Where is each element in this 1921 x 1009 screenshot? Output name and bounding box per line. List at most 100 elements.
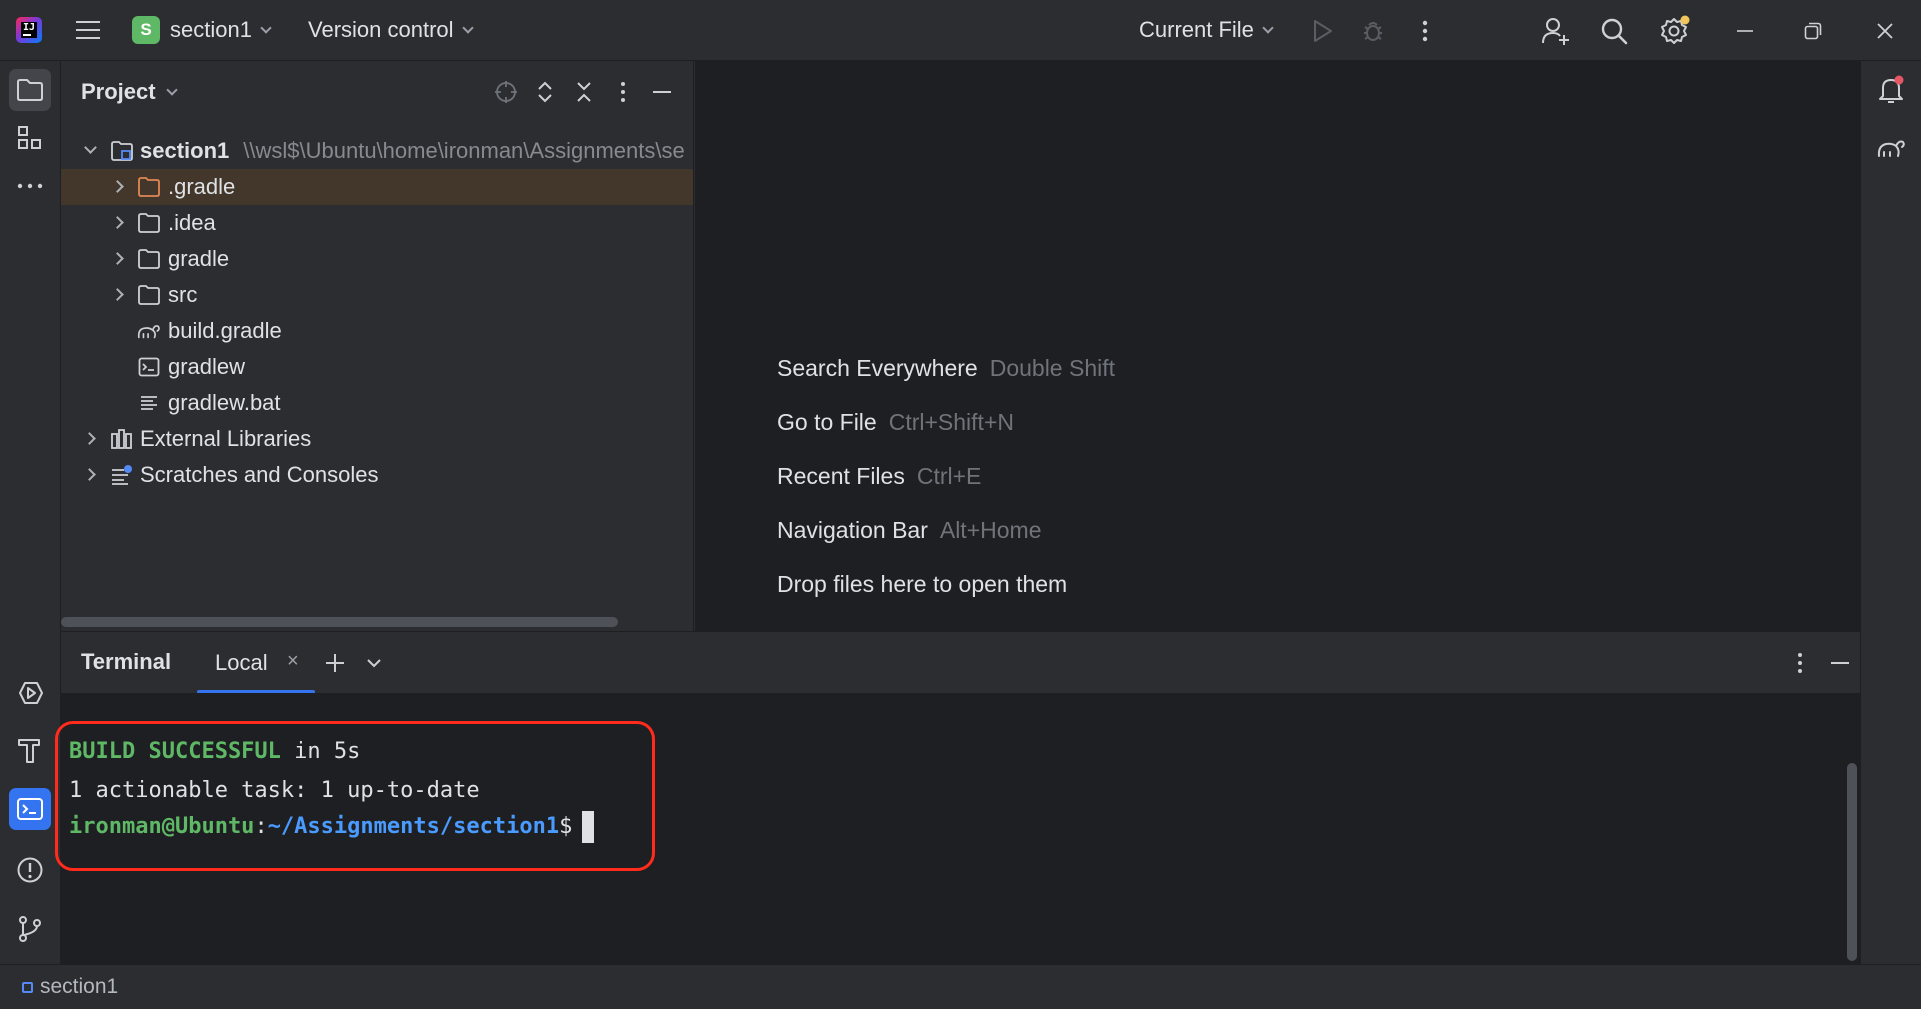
more-tools-icon[interactable] xyxy=(9,165,51,207)
terminal-prompt-line[interactable]: ironman@Ubuntu:~/Assignments/section1$ xyxy=(69,811,595,843)
tree-item-scratches[interactable]: Scratches and Consoles xyxy=(61,457,693,493)
hint-action: Drop files here to open them xyxy=(777,571,1068,597)
tree-item-label: gradle xyxy=(168,246,230,271)
project-badge[interactable]: S xyxy=(132,16,160,44)
chevron-down-icon[interactable] xyxy=(84,141,97,154)
settings-gear-icon[interactable] xyxy=(1657,12,1693,48)
tab-dropdown-chevron-icon[interactable] xyxy=(360,649,388,677)
hint-shortcut: Alt+Home xyxy=(939,517,1042,543)
build-time-text: in 5s xyxy=(280,739,361,764)
gradle-elephant-icon[interactable] xyxy=(1870,127,1912,169)
horizontal-scrollbar[interactable] xyxy=(61,617,618,627)
terminal-options-icon[interactable] xyxy=(1786,649,1814,677)
chevron-right-icon[interactable] xyxy=(111,180,124,193)
status-project-breadcrumb[interactable]: section1 xyxy=(40,975,118,999)
chevron-right-icon[interactable] xyxy=(111,216,124,229)
project-panel-header[interactable]: Project xyxy=(81,79,178,105)
right-tool-strip xyxy=(1860,61,1921,964)
vertical-scrollbar[interactable] xyxy=(1847,763,1857,961)
search-icon[interactable] xyxy=(1597,14,1631,48)
tree-item-label: gradlew.bat xyxy=(168,390,281,415)
editor-empty-area: Search Everywhere Double Shift Go to File… xyxy=(695,61,1860,631)
close-tab-icon[interactable]: × xyxy=(287,650,299,673)
tree-item-path: \\wsl$\Ubuntu\home\ironman\Assignments\s… xyxy=(243,138,685,163)
collapse-all-icon[interactable] xyxy=(570,78,598,106)
project-tool-icon[interactable] xyxy=(9,69,51,111)
hint-drop-files: Drop files here to open them xyxy=(777,571,1067,598)
libraries-icon xyxy=(110,428,134,450)
panel-options-icon[interactable] xyxy=(609,78,637,106)
more-options-icon[interactable] xyxy=(1410,16,1440,46)
intellij-logo-icon[interactable]: IJ xyxy=(16,17,42,43)
tree-item-gradle[interactable]: gradle xyxy=(61,241,693,277)
close-window-icon[interactable] xyxy=(1870,16,1900,46)
hide-terminal-icon[interactable] xyxy=(1826,649,1854,677)
run-config-label: Current File xyxy=(1139,17,1254,42)
chevron-right-icon[interactable] xyxy=(83,468,96,481)
terminal-output[interactable]: BUILD SUCCESSFUL in 5s 1 actionable task… xyxy=(55,693,1860,964)
chevron-right-icon[interactable] xyxy=(111,252,124,265)
project-panel-title: Project xyxy=(81,79,156,104)
vcs-label: Version control xyxy=(308,17,454,42)
run-icon[interactable] xyxy=(1308,16,1338,46)
tree-item-build-gradle[interactable]: build.gradle xyxy=(61,313,693,349)
chevron-down-icon xyxy=(461,21,474,34)
main-menu-icon[interactable] xyxy=(74,17,102,43)
tree-item-src[interactable]: src xyxy=(61,277,693,313)
tree-item-label: Scratches and Consoles xyxy=(140,462,379,487)
chevron-right-icon[interactable] xyxy=(111,288,124,301)
tree-item-gradlew-bat[interactable]: gradlew.bat xyxy=(61,385,693,421)
tree-item-external-libraries[interactable]: External Libraries xyxy=(61,421,693,457)
tree-item-label: .gradle xyxy=(168,174,236,199)
terminal-tool-icon[interactable] xyxy=(9,788,51,830)
folder-icon xyxy=(137,284,161,306)
hint-search-everywhere[interactable]: Search Everywhere Double Shift xyxy=(777,355,1115,382)
tree-item-section1[interactable]: section1 \\wsl$\Ubuntu\home\ironman\Assig… xyxy=(61,133,693,169)
new-tab-plus-icon[interactable] xyxy=(321,649,349,677)
hint-recent-files[interactable]: Recent Files Ctrl+E xyxy=(777,463,981,490)
tree-item-gradle-hidden[interactable]: .gradle xyxy=(61,169,693,205)
hide-panel-icon[interactable] xyxy=(648,78,676,106)
run-config-selector[interactable]: Current File xyxy=(1139,16,1274,44)
chevron-down-icon xyxy=(165,83,178,96)
folder-icon xyxy=(137,212,161,234)
folder-icon xyxy=(137,176,161,198)
tree-item-label: External Libraries xyxy=(140,426,312,451)
git-branch-icon[interactable] xyxy=(9,908,51,950)
terminal-line-tasks: 1 actionable task: 1 up-to-date xyxy=(69,778,480,803)
module-square-icon xyxy=(22,982,33,993)
hint-action: Go to File xyxy=(777,409,877,435)
structure-tool-icon[interactable] xyxy=(9,117,51,159)
module-folder-icon xyxy=(110,140,134,162)
services-tool-icon[interactable] xyxy=(9,672,51,714)
add-user-icon[interactable] xyxy=(1539,14,1573,48)
tree-item-label: src xyxy=(168,282,198,307)
build-hammer-icon[interactable] xyxy=(9,729,51,771)
title-bar: IJ S section1 Version control Current Fi… xyxy=(0,0,1921,61)
minimize-window-icon[interactable] xyxy=(1730,16,1760,46)
build-status-text: BUILD SUCCESSFUL xyxy=(69,739,281,764)
hint-shortcut: Ctrl+Shift+N xyxy=(888,409,1014,435)
terminal-tab-local[interactable]: Local × xyxy=(197,632,315,694)
tree-item-idea[interactable]: .idea xyxy=(61,205,693,241)
notifications-bell-icon[interactable] xyxy=(1870,69,1912,111)
text-file-icon xyxy=(137,392,161,414)
hint-action: Navigation Bar xyxy=(777,517,928,543)
problems-tool-icon[interactable] xyxy=(9,849,51,891)
prompt-path: ~/Assignments/section1 xyxy=(267,814,560,839)
debug-icon[interactable] xyxy=(1358,16,1388,46)
restore-window-icon[interactable] xyxy=(1798,16,1828,46)
chevron-right-icon[interactable] xyxy=(83,432,96,445)
locate-target-icon[interactable] xyxy=(492,78,520,106)
project-name-label: section1 xyxy=(170,17,252,42)
terminal-header: Terminal Local × xyxy=(61,631,1860,694)
version-control-menu[interactable]: Version control xyxy=(308,16,474,44)
hint-go-to-file[interactable]: Go to File Ctrl+Shift+N xyxy=(777,409,1014,436)
tree-item-label: .idea xyxy=(168,210,216,235)
hint-navigation-bar[interactable]: Navigation Bar Alt+Home xyxy=(777,517,1041,544)
tree-item-gradlew[interactable]: gradlew xyxy=(61,349,693,385)
expand-all-icon[interactable] xyxy=(531,78,559,106)
prompt-user: ironman@Ubuntu xyxy=(69,814,255,839)
tree-item-label: gradlew xyxy=(168,354,246,379)
project-switcher[interactable]: section1 xyxy=(170,16,272,44)
